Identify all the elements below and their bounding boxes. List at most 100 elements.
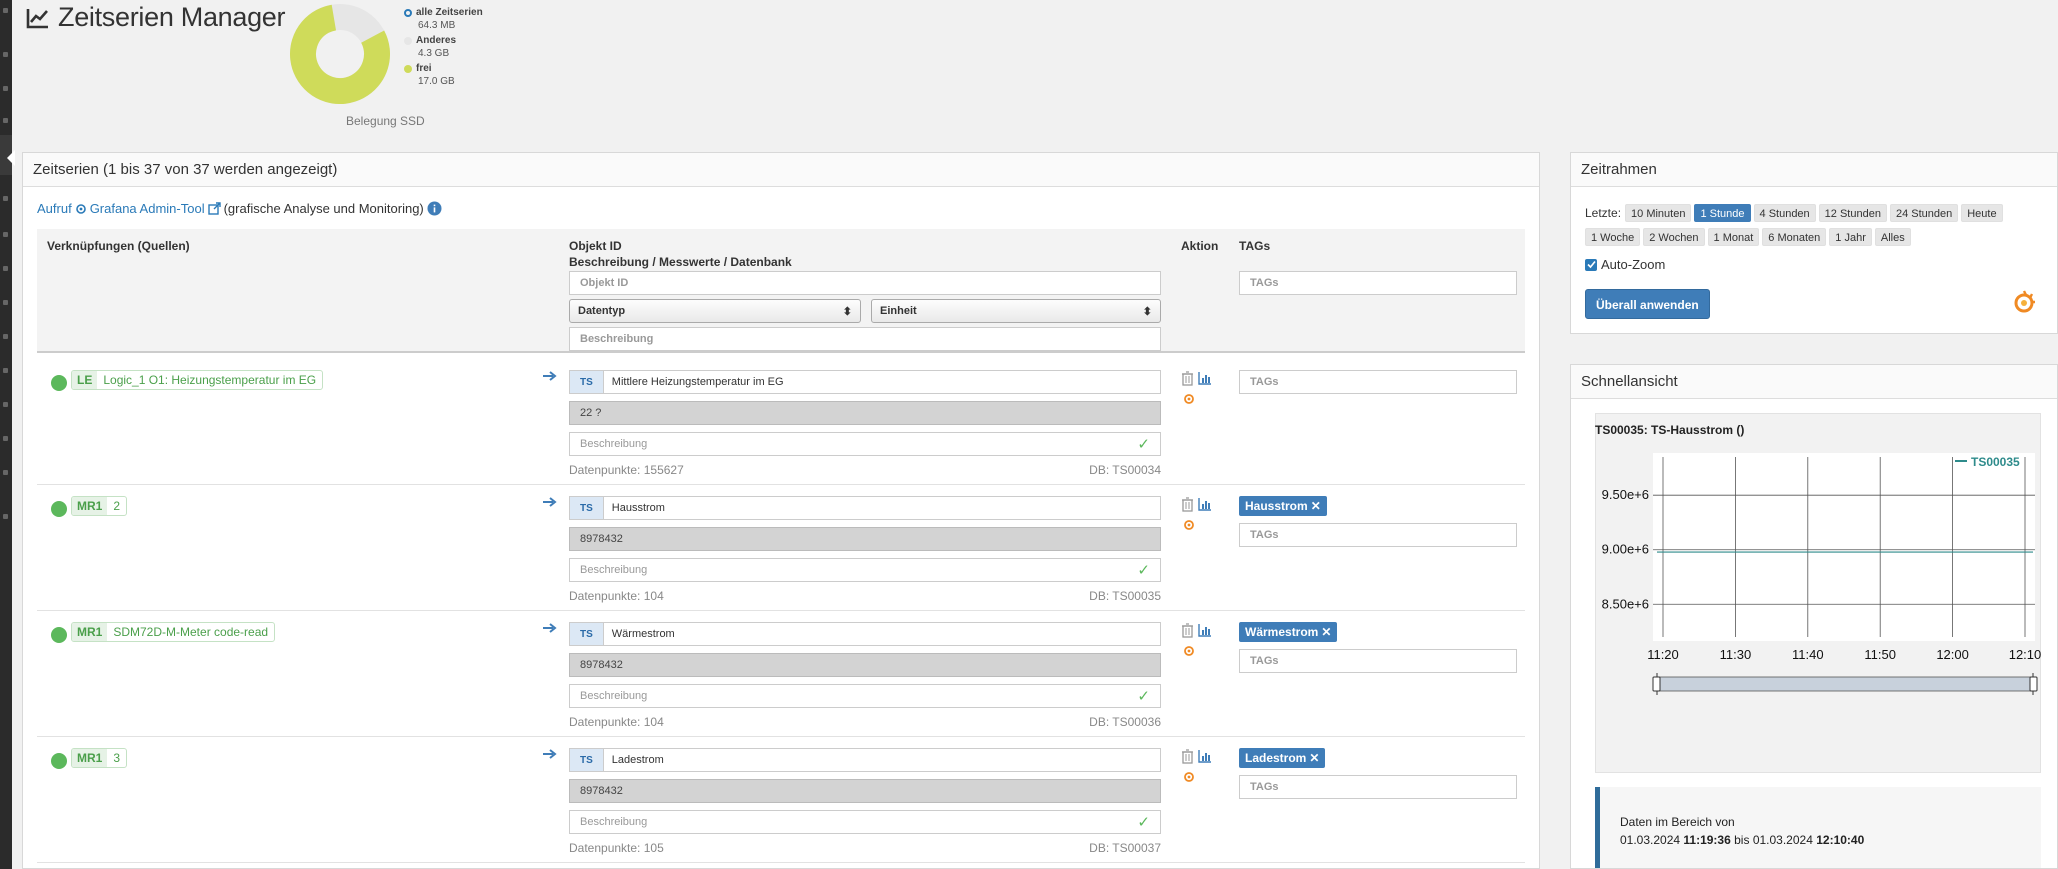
grafana-link-line: Aufruf Grafana Admin-Tool (grafische Ana… (37, 201, 442, 216)
grafana-admin-link[interactable]: Grafana Admin-Tool (90, 201, 205, 216)
tags-filter[interactable]: TAGs (1239, 271, 1517, 295)
rail-icon[interactable] (3, 232, 8, 237)
table-row: LE Logic_1 O1: Heizungstemperatur im EG T… (37, 359, 1525, 485)
timeseries-panel: Zeitserien (1 bis 37 von 37 werden angez… (22, 152, 1540, 869)
source-link[interactable]: LE Logic_1 O1: Heizungstemperatur im EG (71, 370, 324, 390)
bar-chart-icon[interactable] (1198, 749, 1212, 763)
active-page-indicator (7, 150, 15, 166)
timeframe-option-button[interactable]: 10 Minuten (1625, 204, 1692, 222)
column-header-tags: TAGs (1239, 239, 1271, 253)
check-icon[interactable]: ✓ (1137, 561, 1150, 579)
rail-icon[interactable] (3, 52, 8, 57)
range-selector-bar[interactable] (1656, 676, 2034, 692)
datatype-select[interactable]: Datentyp ⬍ (569, 299, 861, 323)
rail-icon[interactable] (3, 334, 8, 339)
legend-item-zeitserien[interactable]: alle Zeitserien 64.3 MB (404, 6, 483, 32)
timeframe-option-button[interactable]: 1 Jahr (1829, 228, 1872, 246)
check-icon[interactable]: ✓ (1137, 435, 1150, 453)
range-handle-right[interactable] (2029, 676, 2038, 692)
checkbox-checked-icon[interactable] (1585, 258, 1597, 271)
remove-tag-icon[interactable]: ✕ (1321, 625, 1331, 639)
description-input[interactable]: Beschreibung ✓ (569, 432, 1161, 456)
status-ok-icon (51, 627, 67, 643)
grafana-icon[interactable] (1183, 519, 1195, 531)
rail-icon[interactable] (3, 368, 8, 373)
unit-select[interactable]: Einheit ⬍ (871, 299, 1161, 323)
timeframe-panel-header: Zeitrahmen (1571, 153, 2057, 187)
rail-icon[interactable] (3, 8, 8, 13)
check-icon[interactable]: ✓ (1137, 813, 1150, 831)
grafana-call-label[interactable]: Aufruf (37, 201, 72, 216)
rail-icon[interactable] (3, 266, 8, 271)
rail-icon[interactable] (3, 402, 8, 407)
timeseries-name-input[interactable]: TS Mittlere Heizungstemperatur im EG (569, 370, 1161, 394)
remove-tag-icon[interactable]: ✕ (1309, 751, 1319, 765)
tag-chip[interactable]: Ladestrom ✕ (1239, 748, 1326, 768)
rail-icon[interactable] (3, 470, 8, 475)
grafana-icon[interactable] (1183, 393, 1195, 405)
source-link[interactable]: MR1 2 (71, 496, 128, 516)
timeframe-options: Letzte: 10 Minuten 1 Stunde 4 Stunden 12 Stu… (1585, 201, 2045, 249)
timeframe-option-button[interactable]: 6 Monaten (1762, 228, 1827, 246)
description-filter[interactable]: Beschreibung (569, 327, 1161, 351)
timeseries-name-input[interactable]: TS Hausstrom (569, 496, 1161, 520)
arrow-right-icon (543, 497, 557, 507)
tags-input[interactable]: TAGs (1239, 523, 1517, 547)
quickview-line-chart[interactable]: 11:20 11:30 11:40 11:50 12:00 12:10 9.50e+6 9.0… (1595, 437, 2041, 767)
info-icon[interactable] (427, 201, 442, 216)
source-link[interactable]: MR1 3 (71, 748, 128, 768)
check-icon[interactable]: ✓ (1137, 687, 1150, 705)
timeframe-option-button[interactable]: Alles (1874, 228, 1911, 246)
rail-icon[interactable] (3, 514, 8, 519)
tags-input[interactable]: TAGs (1239, 775, 1517, 799)
y-tick-label: 8.50e+6 (1602, 596, 1649, 611)
grafana-logo-icon[interactable] (2011, 289, 2037, 315)
rail-icon[interactable] (3, 118, 8, 123)
trash-icon[interactable] (1181, 497, 1194, 512)
datapoints-info: Datenpunkte: 104 DB: TS00035 (569, 589, 1161, 603)
trash-icon[interactable] (1181, 623, 1194, 638)
timeframe-option-button[interactable]: 24 Stunden (1889, 204, 1959, 222)
description-input[interactable]: Beschreibung ✓ (569, 684, 1161, 708)
rail-icon[interactable] (3, 300, 8, 305)
timeframe-option-button[interactable]: 1 Monat (1707, 228, 1760, 246)
timeseries-name-input[interactable]: TS Wärmestrom (569, 622, 1161, 646)
trash-icon[interactable] (1181, 749, 1194, 764)
rail-icon[interactable] (3, 196, 8, 201)
trash-icon[interactable] (1181, 371, 1194, 386)
grafana-icon (75, 203, 86, 214)
legend-label-ts00035[interactable]: TS00035 (1971, 455, 2020, 469)
object-id-filter[interactable]: Objekt ID (569, 271, 1161, 295)
range-handle-left[interactable] (1652, 676, 1661, 692)
rail-icon[interactable] (3, 86, 8, 91)
tag-chip[interactable]: Hausstrom ✕ (1239, 496, 1327, 516)
legend-item-frei[interactable]: frei 17.0 GB (404, 62, 483, 88)
x-tick-label: 12:00 (1936, 647, 1969, 662)
timeframe-option-button[interactable]: 2 Wochen (1643, 228, 1705, 246)
arrow-right-icon (543, 749, 557, 759)
description-input[interactable]: Beschreibung ✓ (569, 558, 1161, 582)
rail-icon[interactable] (3, 436, 8, 441)
timeframe-option-button[interactable]: 1 Stunde (1694, 204, 1751, 222)
timeframe-option-button[interactable]: 4 Stunden (1753, 204, 1816, 222)
tags-input[interactable]: TAGs (1239, 370, 1517, 394)
tag-chip[interactable]: Wärmestrom ✕ (1239, 622, 1338, 642)
bar-chart-icon[interactable] (1198, 371, 1212, 385)
timeframe-label: Letzte: (1585, 206, 1622, 220)
apply-everywhere-button[interactable]: Überall anwenden (1585, 289, 1710, 319)
description-input[interactable]: Beschreibung ✓ (569, 810, 1161, 834)
tags-input[interactable]: TAGs (1239, 649, 1517, 673)
source-link[interactable]: MR1 SDM72D-M-Meter code-read (71, 622, 276, 642)
timeframe-option-button[interactable]: 12 Stunden (1818, 204, 1887, 222)
timeseries-name-input[interactable]: TS Ladestrom (569, 748, 1161, 772)
timeframe-option-button[interactable]: Heute (1961, 204, 2003, 222)
bar-chart-icon[interactable] (1198, 623, 1212, 637)
remove-tag-icon[interactable]: ✕ (1311, 499, 1321, 513)
grafana-icon[interactable] (1183, 645, 1195, 657)
timeframe-option-button[interactable]: 1 Woche (1585, 228, 1641, 246)
grafana-icon[interactable] (1183, 771, 1195, 783)
bar-chart-icon[interactable] (1198, 497, 1212, 511)
legend-item-anderes[interactable]: Anderes 4.3 GB (404, 34, 483, 60)
external-link-icon[interactable] (207, 202, 221, 215)
autozoom-checkbox[interactable]: Auto-Zoom (1585, 257, 1665, 272)
